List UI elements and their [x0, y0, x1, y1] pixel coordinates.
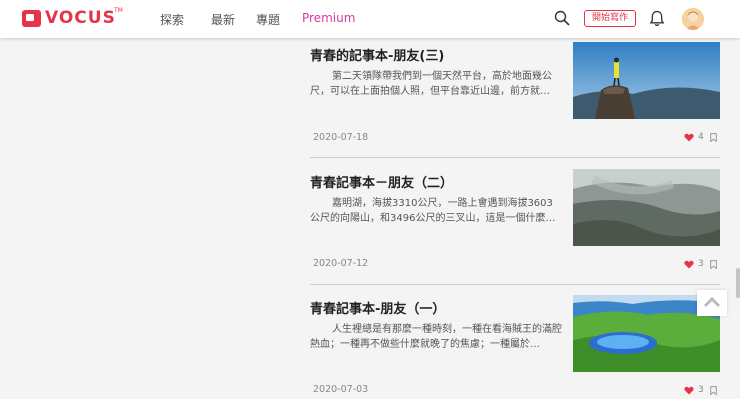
- vocus-logo[interactable]: VOCUS TM: [22, 7, 123, 28]
- bookmark-icon[interactable]: [710, 133, 717, 142]
- heart-icon[interactable]: [684, 133, 694, 142]
- article-divider: [310, 284, 720, 285]
- article-card[interactable]: 青春的記事本-朋友(三) 第二天領隊帶我們到一個天然平台，高於地面幾公尺，可以在…: [310, 42, 720, 152]
- bookmark-icon[interactable]: [710, 260, 717, 269]
- chevron-up-icon: [703, 296, 721, 308]
- article-title[interactable]: 青春記事本-朋友（一）: [310, 298, 445, 317]
- article-date: 2020-07-03: [313, 384, 369, 395]
- page-scrollbar[interactable]: [736, 268, 740, 298]
- article-thumbnail[interactable]: [573, 42, 720, 119]
- article-card[interactable]: 青春記事本－朋友（二） 嘉明湖，海拔3310公尺，一路上會遇到海拔3603公尺的…: [310, 169, 720, 279]
- like-count: 3: [698, 259, 704, 269]
- article-thumbnail[interactable]: [573, 169, 720, 246]
- article-excerpt: 人生裡總是有那麼一種時刻，一種在看海賊王的滿腔熱血；一種再不做些什麼就晚了的焦慮…: [310, 324, 562, 350]
- user-avatar[interactable]: [682, 8, 704, 30]
- vocus-logo-mark-icon: [22, 9, 41, 27]
- like-count: 3: [698, 385, 704, 395]
- nav-premium[interactable]: Premium: [302, 11, 355, 25]
- logo-trademark: TM: [114, 7, 123, 14]
- nav-latest[interactable]: 最新: [211, 11, 235, 28]
- bookmark-icon[interactable]: [710, 386, 717, 395]
- nav-explore[interactable]: 探索: [160, 11, 184, 28]
- scroll-to-top-button[interactable]: [697, 290, 727, 316]
- heart-icon[interactable]: [684, 386, 694, 395]
- top-navbar: VOCUS TM 探索 最新 專題 Premium 開始寫作: [0, 0, 740, 38]
- start-writing-button[interactable]: 開始寫作: [584, 10, 636, 27]
- nav-topics[interactable]: 專題: [256, 11, 280, 28]
- logo-text: VOCUS: [45, 8, 116, 28]
- article-date: 2020-07-12: [313, 258, 369, 269]
- like-count: 4: [698, 132, 704, 142]
- article-date: 2020-07-18: [313, 132, 369, 143]
- bell-icon[interactable]: [649, 10, 665, 27]
- article-card[interactable]: 青春記事本-朋友（一） 人生裡總是有那麼一種時刻，一種在看海賊王的滿腔熱血；一種…: [310, 295, 720, 399]
- article-title[interactable]: 青春記事本－朋友（二）: [310, 172, 453, 191]
- heart-icon[interactable]: [684, 260, 694, 269]
- article-excerpt: 第二天領隊帶我們到一個天然平台，高於地面幾公尺，可以在上面拍個人照，但平台靠近山…: [310, 71, 552, 97]
- article-title[interactable]: 青春的記事本-朋友(三): [310, 45, 444, 64]
- article-divider: [310, 157, 720, 158]
- article-excerpt: 嘉明湖，海拔3310公尺，一路上會遇到海拔3603公尺的向陽山，和3496公尺的…: [310, 198, 556, 224]
- search-icon[interactable]: [554, 10, 570, 26]
